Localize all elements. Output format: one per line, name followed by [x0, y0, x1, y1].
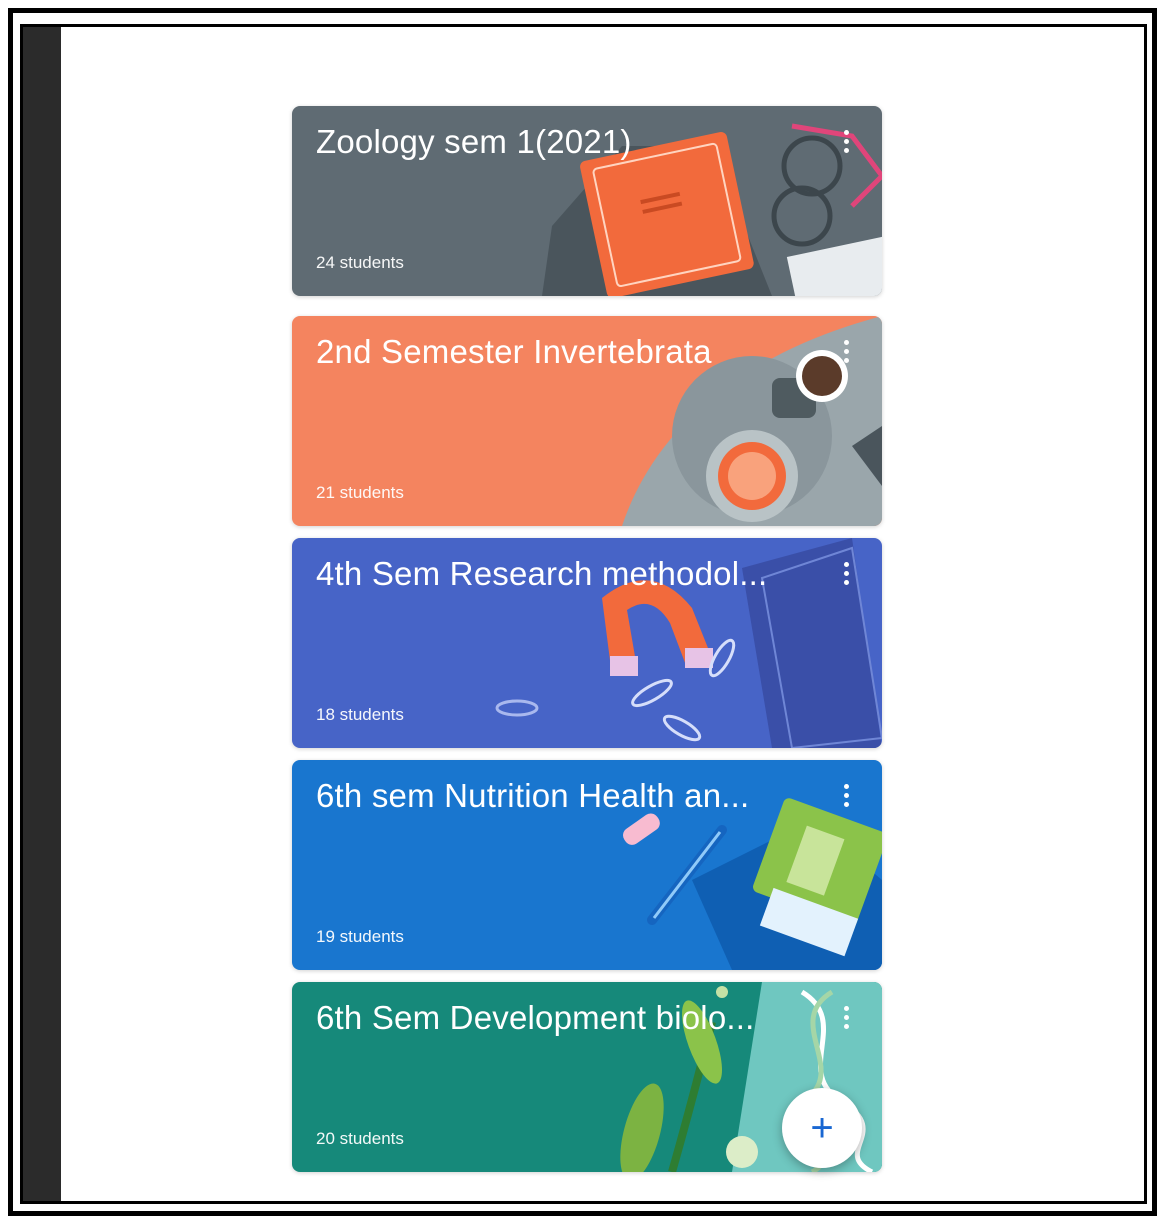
left-edge-bar — [23, 27, 61, 1201]
student-count: 21 students — [316, 483, 404, 502]
create-class-button[interactable]: + — [782, 1088, 862, 1168]
more-options-icon[interactable] — [840, 130, 852, 160]
class-card-nutrition-health[interactable]: 6th sem Nutrition Health an... 19 studen… — [292, 760, 882, 970]
class-title[interactable]: 2nd Semester Invertebrata — [316, 330, 806, 374]
more-options-icon[interactable] — [840, 784, 852, 814]
class-card-list: Zoology sem 1(2021) 24 students 2nd Seme… — [292, 106, 884, 1172]
class-title[interactable]: 6th sem Nutrition Health an... — [316, 774, 806, 818]
more-options-icon[interactable] — [840, 340, 852, 370]
class-card-invertebrata[interactable]: 2nd Semester Invertebrata 21 students — [292, 316, 882, 526]
student-count: 24 students — [316, 253, 404, 272]
student-count: 20 students — [316, 1129, 404, 1148]
more-options-icon[interactable] — [840, 562, 852, 592]
class-title[interactable]: 6th Sem Development biolo... — [316, 996, 806, 1040]
class-title[interactable]: Zoology sem 1(2021) — [316, 120, 806, 164]
class-card-zoology[interactable]: Zoology sem 1(2021) 24 students — [292, 106, 882, 296]
class-card-research-methodology[interactable]: 4th Sem Research methodol... 18 students — [292, 538, 882, 748]
add-icon: + — [810, 1106, 834, 1150]
student-count: 19 students — [316, 927, 404, 946]
student-count: 18 students — [316, 705, 404, 724]
more-options-icon[interactable] — [840, 1006, 852, 1036]
class-title[interactable]: 4th Sem Research methodol... — [316, 552, 806, 596]
